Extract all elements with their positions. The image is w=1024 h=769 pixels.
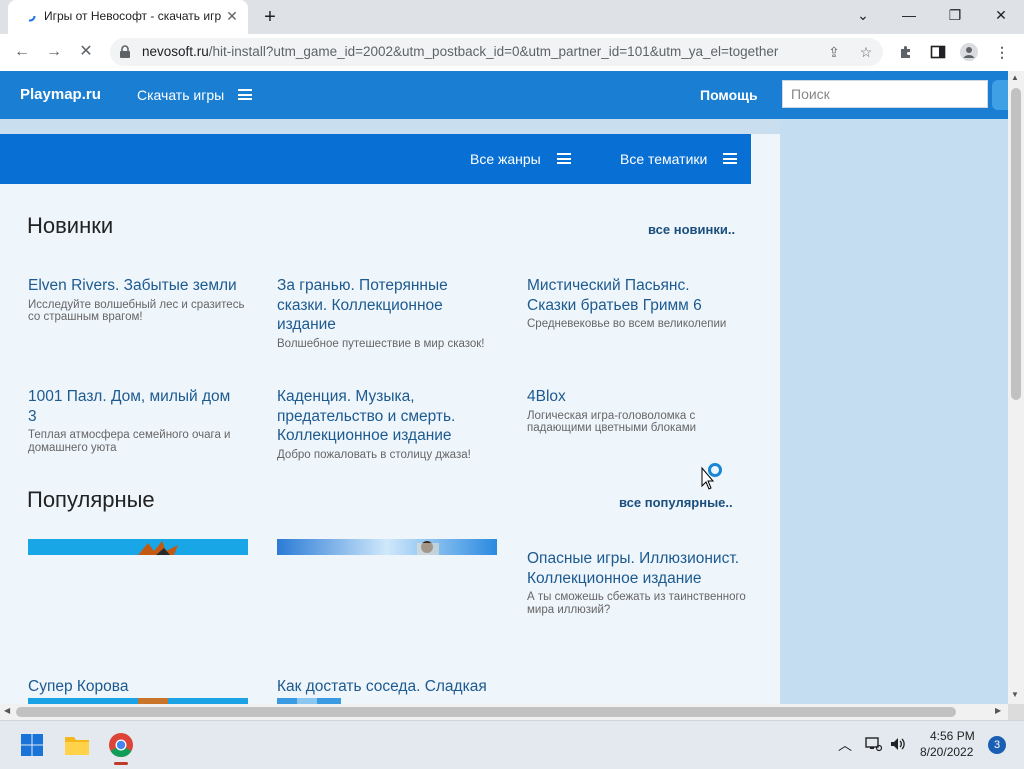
game-description: Средневековье во всем великолепии xyxy=(527,318,727,330)
new-tab-button[interactable]: + xyxy=(256,5,284,29)
scroll-down-arrow-icon[interactable]: ▼ xyxy=(1011,690,1019,699)
help-link[interactable]: Помощь xyxy=(700,87,758,103)
game-card[interactable]: 4Blox Логическая игра-головоломка с пада… xyxy=(527,387,717,435)
all-popular-games-link[interactable]: все популярные.. xyxy=(619,495,733,510)
scroll-up-arrow-icon[interactable]: ▲ xyxy=(1011,73,1019,82)
site-logo[interactable]: Playmap.ru xyxy=(20,86,101,103)
search-button[interactable] xyxy=(992,80,1008,110)
url-host: nevosoft.ru xyxy=(142,44,209,59)
game-card[interactable]: Мистический Пасьянс. Сказки братьев Грим… xyxy=(527,276,742,331)
menu-kebab-icon[interactable]: ⋮ xyxy=(992,42,1012,62)
game-thumbnail[interactable] xyxy=(277,539,497,555)
loading-spinner-icon xyxy=(24,10,36,22)
stop-loading-button[interactable]: ✕ xyxy=(74,40,98,64)
file-explorer-icon[interactable] xyxy=(64,734,90,756)
game-title-link[interactable]: Мистический Пасьянс. Сказки братьев Грим… xyxy=(527,276,742,315)
tab-search-icon[interactable]: ⌄ xyxy=(840,0,886,30)
download-games-menu-icon[interactable] xyxy=(238,89,252,100)
all-new-games-link[interactable]: все новинки.. xyxy=(648,222,735,237)
share-icon[interactable]: ⇪ xyxy=(824,42,844,62)
game-card[interactable]: 1001 Пазл. Дом, милый дом 3 Теплая атмос… xyxy=(28,387,240,454)
bookmark-star-icon[interactable]: ☆ xyxy=(856,42,876,62)
extensions-puzzle-icon[interactable] xyxy=(898,44,914,60)
game-thumbnail[interactable] xyxy=(28,539,248,555)
game-description: Логическая игра-головоломка с падающими … xyxy=(527,409,697,435)
volume-icon[interactable] xyxy=(889,736,907,752)
scroll-left-arrow-icon[interactable]: ◀ xyxy=(4,706,10,715)
game-title-link[interactable]: Опасные игры. Иллюзионист. Коллекционное… xyxy=(527,549,752,588)
game-description: А ты сможешь сбежать из таинственного ми… xyxy=(527,591,746,616)
scroll-right-arrow-icon[interactable]: ▶ xyxy=(995,706,1001,715)
new-games-heading: Новинки xyxy=(27,213,114,238)
windows-start-icon[interactable] xyxy=(20,733,44,757)
active-app-indicator xyxy=(114,762,128,765)
game-description: Теплая атмосфера семейного очага и домаш… xyxy=(28,429,231,454)
all-genres-menu[interactable]: Все жанры xyxy=(470,151,541,167)
chrome-taskbar-icon[interactable] xyxy=(108,732,134,758)
lock-icon[interactable] xyxy=(119,45,131,59)
game-card[interactable]: Elven Rivers. Забытые земли Исследуйте в… xyxy=(28,276,250,324)
side-panel-icon[interactable] xyxy=(930,44,946,60)
game-title-link[interactable]: Каденция. Музыка, предательство и смерть… xyxy=(277,387,487,446)
game-description: Добро пожаловать в столицу джаза! xyxy=(277,448,471,461)
game-description: Волшебное путешествие в мир сказок! xyxy=(277,337,485,350)
minimize-button[interactable]: — xyxy=(886,0,932,30)
popular-games-heading: Популярные xyxy=(27,487,155,512)
scrollbar-corner xyxy=(1008,704,1024,720)
clock-date[interactable]: 8/20/2022 xyxy=(920,745,973,759)
game-card[interactable]: Опасные игры. Иллюзионист. Коллекционное… xyxy=(527,549,752,616)
close-window-button[interactable]: ✕ xyxy=(978,0,1024,30)
download-games-menu[interactable]: Скачать игры xyxy=(137,87,224,103)
game-title-link[interactable]: Как достать соседа. Сладкая xyxy=(277,677,487,697)
horizontal-scroll-thumb[interactable] xyxy=(16,707,956,717)
tab-close-icon[interactable]: ✕ xyxy=(224,8,240,24)
tab-title: Игры от Невософт - скачать игр xyxy=(44,9,222,23)
game-card[interactable]: За гранью. Потерянные сказки. Коллекцион… xyxy=(277,276,487,350)
network-icon[interactable] xyxy=(864,736,882,752)
game-title-link[interactable]: 4Blox xyxy=(527,387,717,407)
game-title-link[interactable]: Elven Rivers. Забытые земли xyxy=(28,276,250,296)
url-text[interactable]: nevosoft.ru/hit-install?utm_game_id=2002… xyxy=(142,44,812,59)
right-sidebar xyxy=(780,119,1008,704)
all-themes-menu-icon[interactable] xyxy=(723,153,737,164)
notification-badge[interactable]: 3 xyxy=(988,736,1006,754)
back-button[interactable]: ← xyxy=(10,40,34,64)
forward-button[interactable]: → xyxy=(42,40,66,64)
clock-time[interactable]: 4:56 PM xyxy=(930,729,975,743)
all-genres-menu-icon[interactable] xyxy=(557,153,571,164)
game-title-link[interactable]: Супер Корова xyxy=(28,677,128,697)
vertical-scroll-thumb[interactable] xyxy=(1011,88,1021,400)
game-card[interactable]: Каденция. Музыка, предательство и смерть… xyxy=(277,387,487,461)
search-input[interactable] xyxy=(782,80,988,108)
restore-button[interactable]: ❐ xyxy=(932,0,978,30)
game-title-link[interactable]: 1001 Пазл. Дом, милый дом 3 xyxy=(28,387,240,426)
busy-cursor-icon xyxy=(701,463,722,490)
url-path: /hit-install?utm_game_id=2002&utm_postba… xyxy=(208,44,779,59)
show-hidden-icons-chevron-icon[interactable]: ︿ xyxy=(838,735,852,755)
game-title-link[interactable]: За гранью. Потерянные сказки. Коллекцион… xyxy=(277,276,487,335)
game-description: Исследуйте волшебный лес и сразитесь со … xyxy=(28,298,245,324)
profile-avatar-icon[interactable] xyxy=(960,43,978,61)
all-themes-menu[interactable]: Все тематики xyxy=(620,151,707,167)
